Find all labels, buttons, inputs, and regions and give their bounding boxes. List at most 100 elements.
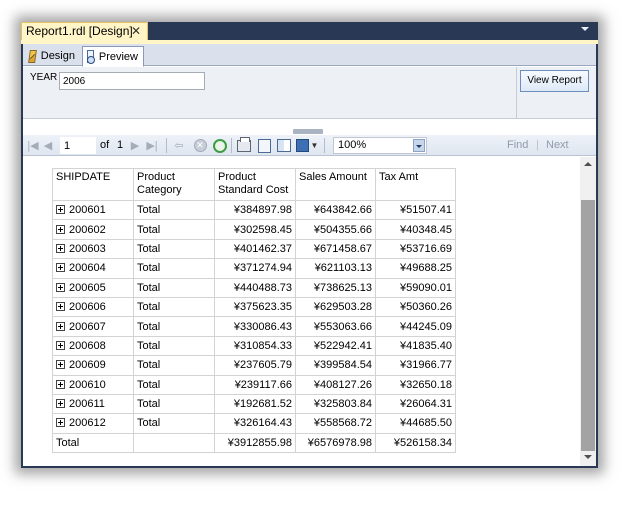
standard-cost-cell-value: ¥239117.66 bbox=[234, 378, 292, 391]
standard-cost-cell: ¥401462.37 bbox=[214, 238, 296, 260]
stop-icon[interactable]: ✕ bbox=[192, 135, 208, 156]
standard-cost-cell: ¥330086.43 bbox=[214, 316, 296, 337]
expand-toggle-icon[interactable] bbox=[56, 321, 65, 331]
close-icon[interactable]: ✕ bbox=[131, 24, 141, 38]
sales-amount-cell: ¥408127.26 bbox=[295, 374, 376, 395]
expand-toggle-icon[interactable] bbox=[56, 243, 65, 253]
tax-amt-cell-value: ¥26064.31 bbox=[400, 398, 452, 411]
table-row: 200609 Total ¥237605.79 ¥399584.54 ¥31966.77 bbox=[52, 355, 456, 376]
expand-toggle-icon[interactable] bbox=[56, 360, 65, 370]
total-row: Total ¥3912855.98 ¥6576978.98 ¥526158.34 bbox=[52, 432, 456, 454]
export-icon[interactable]: ▼ bbox=[295, 135, 319, 156]
product-category-cell-value: Total bbox=[137, 242, 161, 255]
print-icon[interactable] bbox=[235, 135, 253, 156]
column-header-standard-cost: Product Standard Cost bbox=[214, 168, 296, 201]
view-report-button[interactable]: View Report bbox=[520, 70, 589, 92]
expand-toggle-icon[interactable] bbox=[56, 379, 65, 389]
sales-amount-cell-value: ¥504355.66 bbox=[313, 223, 372, 236]
previous-page-icon[interactable]: ◀ bbox=[42, 135, 54, 156]
expand-toggle-icon[interactable] bbox=[56, 263, 65, 273]
page-count: 1 bbox=[117, 139, 124, 151]
product-category-cell: Total bbox=[133, 199, 215, 221]
last-page-icon[interactable]: ▶| bbox=[145, 135, 159, 156]
report-designer-panel: Design Preview YEAR View Report |◀ ◀ of … bbox=[23, 44, 596, 466]
expand-toggle-icon[interactable] bbox=[56, 224, 65, 234]
tax-amt-cell-value: ¥59090.01 bbox=[400, 281, 452, 294]
sales-amount-cell: ¥522942.41 bbox=[295, 335, 376, 357]
find-link[interactable]: Find bbox=[507, 139, 528, 151]
tax-amt-cell: ¥41835.40 bbox=[375, 335, 456, 357]
expand-toggle-icon[interactable] bbox=[56, 282, 65, 292]
tax-amt-cell: ¥53716.69 bbox=[375, 238, 456, 260]
table-row: 200612 Total ¥326164.43 ¥558568.72 ¥44685.50 bbox=[52, 413, 456, 434]
column-header-shipdate: SHIPDATE bbox=[52, 168, 134, 201]
first-page-icon[interactable]: |◀ bbox=[26, 135, 40, 156]
tax-amt-cell: ¥40348.45 bbox=[375, 219, 456, 240]
expand-toggle-icon[interactable] bbox=[56, 418, 65, 428]
vertical-scrollbar[interactable] bbox=[580, 157, 596, 466]
print-layout-icon[interactable] bbox=[256, 135, 272, 156]
tax-amt-cell-value: ¥51507.41 bbox=[400, 204, 452, 217]
expand-toggle-icon[interactable] bbox=[56, 302, 65, 312]
product-category-cell: Total bbox=[133, 413, 215, 434]
find-next-link[interactable]: Next bbox=[546, 139, 569, 151]
tax-amt-cell-value: ¥49688.25 bbox=[400, 262, 452, 275]
toolbar-separator bbox=[231, 138, 232, 153]
document-tab[interactable]: Report1.rdl [Design] ✕ bbox=[21, 22, 148, 40]
tab-preview-label: Preview bbox=[98, 50, 138, 63]
ide-document-window: Report1.rdl [Design] ✕ Design Preview YE… bbox=[21, 22, 598, 468]
standard-cost-cell: ¥326164.43 bbox=[214, 413, 296, 434]
zoom-dropdown-arrow-icon[interactable] bbox=[413, 139, 425, 152]
tab-design-label: Design bbox=[40, 50, 75, 62]
table-row: 200602 Total ¥302598.45 ¥504355.66 ¥40348.45 bbox=[52, 219, 456, 240]
tax-amt-cell: ¥50360.26 bbox=[375, 296, 456, 318]
sales-amount-cell-value: ¥629503.28 bbox=[313, 301, 372, 314]
current-page-input[interactable] bbox=[60, 137, 96, 154]
table-row: 200605 Total ¥440488.73 ¥738625.13 ¥59090.01 bbox=[52, 277, 456, 298]
product-category-cell-value: Total bbox=[137, 417, 161, 430]
tax-amt-cell: ¥32650.18 bbox=[375, 374, 456, 395]
expand-toggle-icon[interactable] bbox=[56, 399, 65, 409]
parameter-area: YEAR View Report bbox=[23, 67, 596, 119]
tab-design[interactable]: Design bbox=[25, 46, 80, 66]
product-category-cell: Total bbox=[133, 393, 215, 415]
sales-amount-cell-value: ¥621103.13 bbox=[314, 262, 372, 275]
back-icon[interactable]: ⇦ bbox=[172, 135, 186, 156]
report-table: SHIPDATE Product Category Product Standa… bbox=[52, 168, 456, 454]
tax-amt-cell-value: ¥32650.18 bbox=[400, 378, 452, 391]
document-tab-strip: Report1.rdl [Design] ✕ bbox=[21, 22, 598, 40]
parameter-splitter-handle[interactable] bbox=[293, 129, 323, 134]
tab-preview[interactable]: Preview bbox=[82, 46, 144, 67]
standard-cost-cell-value: ¥384897.98 bbox=[233, 204, 292, 217]
expand-toggle-icon[interactable] bbox=[56, 340, 65, 350]
shipdate-cell: 200603 bbox=[52, 238, 134, 260]
product-category-cell-value: Total bbox=[137, 262, 161, 275]
tax-amt-cell: ¥59090.01 bbox=[375, 277, 456, 298]
next-page-icon[interactable]: ▶ bbox=[129, 135, 141, 156]
page-setup-icon[interactable] bbox=[275, 135, 293, 156]
product-category-cell: Total bbox=[133, 335, 215, 357]
year-parameter-input[interactable] bbox=[59, 72, 205, 90]
refresh-icon[interactable] bbox=[212, 135, 228, 156]
shipdate-cell-value: 200609 bbox=[69, 359, 106, 372]
tax-amt-cell-value: ¥44245.09 bbox=[400, 320, 452, 333]
scroll-down-icon[interactable] bbox=[584, 455, 592, 459]
window-menu-icon[interactable] bbox=[581, 27, 589, 31]
expand-toggle-icon[interactable] bbox=[56, 205, 65, 215]
table-row: 200603 Total ¥401462.37 ¥671458.67 ¥53716.69 bbox=[52, 238, 456, 260]
shipdate-cell-value: 200604 bbox=[69, 262, 106, 275]
shipdate-cell-value: 200611 bbox=[69, 398, 105, 411]
page-of-label: of bbox=[100, 139, 110, 151]
tax-amt-cell: ¥49688.25 bbox=[375, 258, 456, 279]
sales-amount-cell: ¥738625.13 bbox=[295, 277, 376, 298]
sales-amount-cell: ¥629503.28 bbox=[295, 296, 376, 318]
table-row: 200608 Total ¥310854.33 ¥522942.41 ¥41835.40 bbox=[52, 335, 456, 357]
shipdate-cell: 200602 bbox=[52, 219, 134, 240]
scroll-up-icon[interactable] bbox=[584, 162, 592, 166]
product-category-cell-value: Total bbox=[137, 398, 161, 411]
sales-amount-cell-value: ¥325803.84 bbox=[313, 398, 372, 411]
tax-amt-cell-value: ¥40348.45 bbox=[400, 223, 452, 236]
shipdate-cell: 200601 bbox=[52, 199, 134, 221]
standard-cost-cell: ¥375623.35 bbox=[214, 296, 296, 318]
scrollbar-thumb[interactable] bbox=[581, 200, 595, 451]
